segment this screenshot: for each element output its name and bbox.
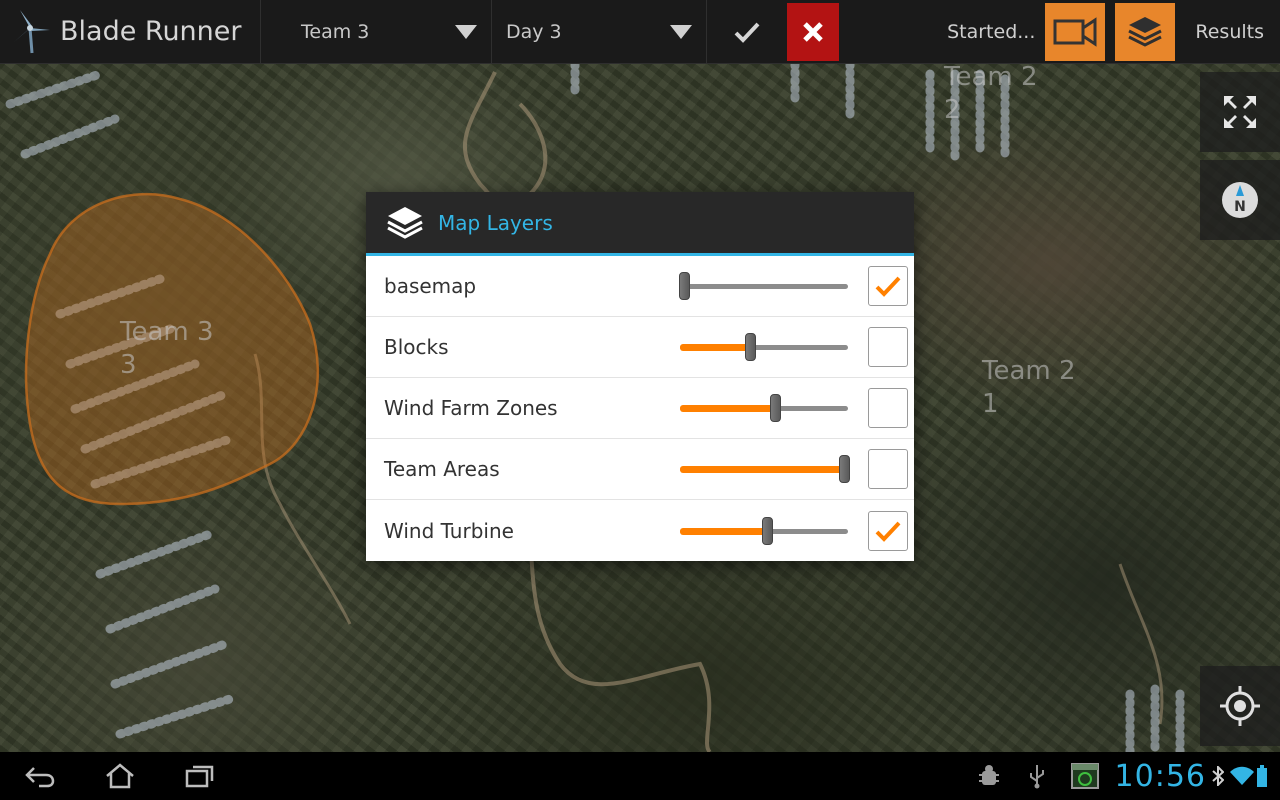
app-title: Blade Runner [60, 16, 242, 47]
layer-name: Blocks [384, 335, 449, 359]
status-area[interactable]: 10:56 [965, 752, 1280, 800]
day-spinner-value: Day 3 [506, 20, 562, 43]
layer-name: Wind Farm Zones [384, 396, 558, 420]
team-spinner-value: Team 3 [301, 20, 370, 43]
slider-thumb[interactable] [679, 272, 690, 300]
checkmark-icon [875, 276, 901, 297]
cancel-button[interactable] [787, 2, 839, 61]
home-icon [106, 763, 134, 789]
layer-name: basemap [384, 274, 477, 298]
team-spinner[interactable]: Team 3 [261, 0, 491, 64]
layers-icon [1128, 16, 1163, 47]
layer-row: Wind Farm Zones [366, 378, 914, 439]
layer-row: Blocks [366, 317, 914, 378]
layer-list: basemap Blocks Wind Farm Zones Team Areas Wi… [366, 256, 914, 561]
wifi-icon [1228, 752, 1256, 800]
zoom-extent-button[interactable] [1200, 72, 1280, 152]
layer-name: Team Areas [384, 457, 500, 481]
confirm-button[interactable] [707, 0, 787, 64]
results-button[interactable]: Results [1185, 21, 1280, 43]
slider-fill [680, 344, 750, 351]
dropdown-arrow-icon [455, 24, 477, 39]
my-location-icon [1220, 686, 1260, 726]
dropdown-arrow-icon [670, 24, 692, 39]
opacity-slider[interactable] [680, 516, 848, 546]
close-icon [803, 21, 823, 42]
checkmark-icon [734, 22, 760, 43]
recent-apps-icon [185, 765, 214, 788]
slider-thumb[interactable] [745, 333, 756, 361]
compass-icon: N [1222, 182, 1258, 218]
dialog-header: Map Layers [366, 192, 914, 256]
slider-thumb[interactable] [770, 394, 781, 422]
recent-apps-button[interactable] [160, 752, 240, 800]
zoom-extent-icon [1224, 96, 1256, 128]
layer-visibility-checkbox[interactable] [868, 327, 908, 367]
video-camera-icon [1053, 16, 1097, 47]
wind-turbine-icon [14, 9, 50, 53]
opacity-slider[interactable] [680, 454, 850, 484]
system-bar: 10:56 [0, 752, 1280, 800]
slider-thumb[interactable] [839, 455, 850, 483]
layer-visibility-checkbox[interactable] [868, 449, 908, 489]
map-layers-dialog: Map Layers basemap Blocks Wind Farm Zones T… [366, 192, 914, 561]
action-bar: Blade Runner Team 3 Day 3 Started... Res… [0, 0, 1280, 64]
debug-icon [965, 752, 1013, 800]
layer-visibility-checkbox[interactable] [868, 388, 908, 428]
map-layers-button[interactable] [1115, 2, 1176, 61]
checkmark-icon [875, 521, 901, 542]
slider-fill [680, 527, 767, 535]
slider-track [680, 284, 848, 289]
usb-icon [1013, 752, 1061, 800]
bluetooth-icon [1212, 752, 1228, 800]
layer-name: Wind Turbine [384, 518, 514, 543]
slider-thumb[interactable] [762, 516, 773, 545]
layer-row: Team Areas [366, 439, 914, 500]
layer-visibility-checkbox[interactable] [868, 510, 908, 551]
home-button[interactable] [80, 752, 160, 800]
team-area-label: Team 3 3 [120, 317, 214, 380]
dialog-title: Map Layers [438, 210, 553, 235]
svg-text:N: N [1234, 199, 1246, 215]
team-area-label: Team 2 2 [944, 64, 1038, 125]
back-icon [25, 767, 55, 788]
screenshot-icon [1061, 752, 1109, 800]
record-video-button[interactable] [1045, 2, 1106, 61]
opacity-slider[interactable] [680, 393, 848, 423]
layer-row: Wind Turbine [366, 500, 914, 561]
opacity-slider[interactable] [680, 332, 848, 362]
team-area-label: Team 2 1 [982, 356, 1076, 419]
opacity-slider[interactable] [679, 271, 848, 301]
battery-icon [1256, 752, 1272, 800]
slider-fill [680, 405, 775, 412]
my-location-button[interactable] [1200, 666, 1280, 746]
day-spinner[interactable]: Day 3 [492, 0, 706, 64]
app-logo [0, 0, 60, 64]
compass-button[interactable]: N [1200, 160, 1280, 240]
back-button[interactable] [0, 752, 80, 800]
layer-visibility-checkbox[interactable] [868, 266, 908, 306]
layers-icon [387, 206, 423, 239]
clock: 10:56 [1114, 758, 1206, 794]
status-text: Started... [947, 20, 1036, 43]
slider-fill [680, 466, 844, 473]
layer-row: basemap [366, 256, 914, 317]
